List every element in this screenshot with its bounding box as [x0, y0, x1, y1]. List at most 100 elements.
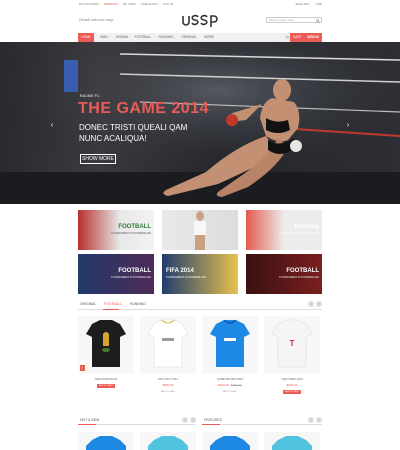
hot-new-prev-button[interactable]: ‹ [182, 417, 188, 423]
nav-item-woman[interactable]: WOMAN [113, 33, 131, 42]
slider-left-arrow[interactable]: ‹ [80, 365, 85, 371]
price-current: $230.00 [218, 383, 229, 387]
category-subtitle: TOURNAMENT IN POSSENE AMI [279, 232, 319, 235]
hot-product-thumb[interactable] [78, 432, 134, 450]
tshirt-image [86, 436, 126, 450]
category-title: FOOTBALL [286, 268, 319, 274]
brand-logo[interactable] [180, 12, 220, 28]
search-input[interactable]: Search entire store [266, 17, 322, 23]
price-current: $330.00 [286, 383, 298, 387]
tab-original[interactable]: ORIGINAL [80, 302, 96, 306]
product-card[interactable]: HOME RETURN 2018 $230.00 $350.00 ADD TO C… [202, 316, 258, 394]
add-to-cart-button[interactable]: ADD TO CART [159, 390, 177, 394]
product-tabs: ORIGINAL FOOTBALL RUNNING ‹ › [78, 300, 322, 310]
product-card[interactable]: TEES WORLDCUP ADD TO CART [78, 316, 134, 388]
tab-football[interactable]: FOOTBALL [104, 302, 122, 306]
cart-button[interactable]: CART $290.00 [285, 33, 322, 42]
tab-running[interactable]: RUNNING [130, 302, 146, 306]
search-icon[interactable] [316, 18, 320, 23]
category-subtitle: TOURNAMENT IN POSSENE AMI [166, 276, 206, 279]
featured-next-button[interactable]: › [316, 417, 322, 423]
add-to-cart-button[interactable]: ADD TO CART [97, 384, 115, 388]
tshirt-image [148, 436, 188, 450]
hero-title: THE GAME 2014 [78, 100, 209, 117]
my-account-link[interactable]: MY ACCOUNT [79, 2, 99, 6]
add-to-cart-button[interactable]: ADD TO CART [283, 390, 301, 394]
category-tile-football-2[interactable]: FOOTBALL TOURNAMENT IN POSSENE AMI [78, 254, 154, 294]
category-subtitle: TOURNAMENT IN POSSENE AMI [111, 232, 151, 235]
category-tile-running[interactable]: Running TOURNAMENT IN POSSENE AMI [246, 210, 322, 250]
product-card[interactable]: T THE TOREO 2014 $330.00 ADD TO CART [264, 316, 320, 394]
category-title: FOOTBALL [118, 224, 151, 230]
nav-item-home[interactable]: HOME [78, 33, 94, 42]
category-subtitle: TOURNAMENT IN POSSENE AMI [111, 276, 151, 279]
jersey-image [210, 319, 250, 367]
featured-prev-button[interactable]: ‹ [308, 417, 314, 423]
tshirt-image [272, 436, 312, 450]
login-link[interactable]: LOG IN [163, 2, 173, 6]
product-image[interactable] [78, 316, 134, 374]
product-name[interactable]: HOME RETURN 2018 [202, 378, 258, 381]
product-price: $330.00 [264, 383, 320, 387]
hero-prev-arrow[interactable]: ‹ [48, 120, 56, 130]
price-old: $350.00 [231, 383, 242, 387]
category-tile-football[interactable]: FOOTBALL TOURNAMENT IN POSSENE AMI [78, 210, 154, 250]
carousel-next-button[interactable]: › [316, 301, 322, 307]
category-tile-fashion[interactable] [162, 210, 238, 250]
product-price: $230.00 $350.00 [202, 383, 258, 387]
category-tile-football-3[interactable]: FOOTBALL TOURNAMENT IN POSSENE AMI [246, 254, 322, 294]
currency-select[interactable]: USD [316, 2, 322, 6]
show-more-button[interactable]: SHOW MORE [80, 154, 116, 164]
product-image[interactable] [140, 316, 196, 374]
tshirt-image [86, 320, 126, 367]
svg-text:T: T [290, 339, 295, 348]
checkout-link[interactable]: CHECKOUT [141, 2, 158, 6]
product-name[interactable]: FIFA 4 RAY 2014 [140, 378, 196, 381]
wishlist-link[interactable]: WISHLIST [104, 2, 118, 6]
language-select[interactable]: ENGLISH [296, 2, 309, 6]
category-image [194, 211, 206, 250]
product-name[interactable]: TEES WORLDCUP [78, 378, 134, 381]
welcome-message: Default welcome msg! [79, 18, 114, 22]
my-cart-link[interactable]: MY CART [123, 2, 136, 6]
utility-bar: MY ACCOUNT WISHLIST MY CART CHECKOUT LOG… [0, 0, 400, 8]
category-title: Running [294, 224, 319, 230]
hot-product-thumb[interactable] [140, 432, 196, 450]
nav-item-original[interactable]: ORIGINAL [178, 33, 200, 42]
jersey-image: T [271, 319, 313, 368]
nav-item-man[interactable]: MAN [96, 33, 112, 42]
site-header: Default welcome msg! Search entire store [0, 8, 400, 34]
tshirt-image [210, 436, 250, 450]
category-tile-fifa[interactable]: FIFA 2014 TOURNAMENT IN POSSENE AMI [162, 254, 238, 294]
category-title: FOOTBALL [118, 268, 151, 274]
nav-item-football[interactable]: FOOTBALL [132, 33, 154, 42]
featured-product-thumb[interactable] [264, 432, 320, 450]
product-card[interactable]: FIFA 4 RAY 2014 $350.00 ADD TO CART [140, 316, 196, 394]
active-tab-indicator [103, 309, 119, 310]
hot-new-title: HOT & NEW [80, 418, 100, 422]
cart-label: CART [293, 35, 302, 39]
section-underline [78, 424, 96, 425]
main-navigation: HOME MAN WOMAN FOOTBALL RUNNING ORIGINAL… [78, 33, 322, 42]
hero-next-arrow[interactable]: › [344, 120, 352, 130]
hero-banner: ‹ › RAUMS FC THE GAME 2014 DONEC TRISTI … [0, 42, 400, 204]
hot-new-header: HOT & NEW ‹ › [78, 415, 196, 425]
product-name[interactable]: THE TOREO 2014 [264, 378, 320, 381]
hero-eyebrow: RAUMS FC [80, 94, 100, 98]
cart-total: $290.00 [307, 35, 319, 39]
price-current: $350.00 [162, 383, 174, 387]
product-price: $350.00 [140, 383, 196, 387]
hot-new-next-button[interactable]: › [190, 417, 196, 423]
category-title: FIFA 2014 [166, 268, 194, 274]
nav-item-running[interactable]: RUNNING [155, 33, 177, 42]
product-image[interactable]: T [264, 316, 320, 374]
cart-icon [285, 35, 289, 39]
jersey-image [147, 319, 189, 368]
nav-item-more[interactable]: MORE [201, 33, 217, 42]
hero-subtitle: DONEC TRISTI QUEALI QAM NUNC ACALIQUA! [79, 123, 188, 143]
featured-product-thumb[interactable] [202, 432, 258, 450]
featured-title: FEATURED [204, 418, 223, 422]
add-to-cart-button[interactable]: ADD TO CART [221, 390, 239, 394]
product-image[interactable] [202, 316, 258, 374]
carousel-prev-button[interactable]: ‹ [308, 301, 314, 307]
